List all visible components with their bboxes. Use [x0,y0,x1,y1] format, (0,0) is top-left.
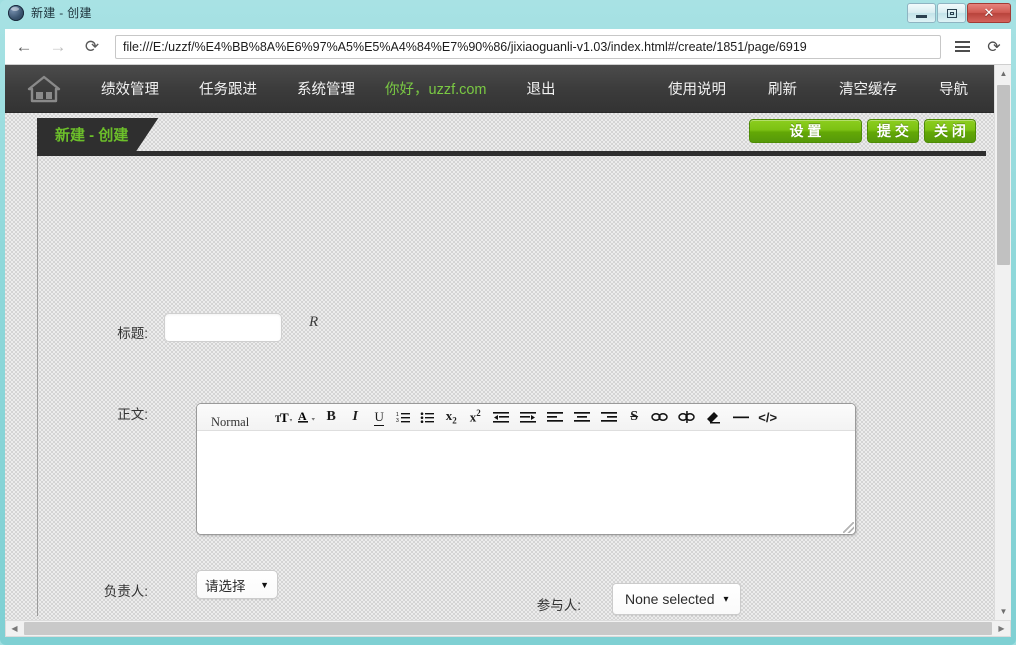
create-form: 标题: R 正文: Normal TT A B [37,156,986,616]
align-center-icon[interactable] [568,404,595,430]
editor-resize-handle[interactable] [843,522,854,533]
title-required-mark: R [309,314,318,331]
horizontal-scrollbar[interactable]: ◀ ▶ [5,620,1011,637]
reload-right-button[interactable]: ⟳ [979,32,1009,62]
rich-text-editor[interactable]: Normal TT A B I U 13 [196,403,856,535]
underline-icon[interactable]: U [367,404,391,430]
text-color-icon[interactable]: A [295,404,319,430]
close-panel-button[interactable]: 关 闭 [924,119,976,143]
participant-field-label: 参与人: [491,594,581,614]
home-icon-svg [27,74,61,104]
editor-style-label[interactable]: Normal [211,415,249,430]
bullet-list-icon[interactable] [415,404,439,430]
url-text: file:///E:/uzzf/%E4%BB%8A%E6%97%A5%E5%A4… [123,40,807,54]
minimize-icon [916,15,927,18]
horizontal-scroll-thumb[interactable] [24,622,992,635]
nav-item-clear-cache[interactable]: 清空缓存 [839,78,897,99]
url-bar[interactable]: file:///E:/uzzf/%E4%BB%8A%E6%97%A5%E5%A4… [115,35,941,59]
nav-item-system-management[interactable]: 系统管理 [297,78,355,99]
submit-button[interactable]: 提 交 [867,119,919,143]
scroll-up-arrow[interactable]: ▲ [995,65,1011,82]
title-field-label: 标题: [58,322,148,342]
maximize-button[interactable] [937,3,966,23]
application-window: 新建 - 创建 ✕ ← → ⟳ file:///E:/uzzf/%E4%BB%8… [0,0,1016,645]
panel-header: 新建 - 创建 设 置 提 交 关 闭 [37,118,986,151]
app-icon [8,5,24,21]
participant-select[interactable]: None selected ▾ [612,583,741,615]
title-bar: 新建 - 创建 ✕ [0,0,1016,29]
scroll-right-arrow[interactable]: ▶ [993,621,1010,636]
user-greeting: 你好，uzzf.com [385,78,487,99]
indent-icon[interactable] [514,404,541,430]
minimize-button[interactable] [907,3,936,23]
close-button[interactable]: ✕ [967,3,1011,23]
nav-item-refresh[interactable]: 刷新 [768,78,797,99]
nav-item-instructions[interactable]: 使用说明 [668,78,726,99]
strikethrough-icon[interactable]: S [622,404,646,430]
owner-select-value: 请选择 [205,575,246,595]
panel-tab-label: 新建 - 创建 [37,118,158,151]
window-title: 新建 - 创建 [31,4,92,21]
svg-text:A: A [298,409,307,423]
svg-text:T: T [280,410,289,424]
chevron-down-icon: ▾ [724,594,729,605]
maximize-icon [947,9,957,18]
reload-button[interactable]: ⟳ [77,32,107,62]
scroll-left-arrow[interactable]: ◀ [6,621,23,636]
hamburger-icon [955,39,970,55]
horizontal-rule-icon[interactable] [727,404,754,430]
unlink-icon[interactable] [673,404,700,430]
editor-content-area[interactable] [197,431,855,534]
home-icon[interactable] [27,74,61,104]
nav-item-performance[interactable]: 绩效管理 [101,78,159,99]
nav-right-group: 使用说明 刷新 清空缓存 导航 [626,78,994,99]
scroll-down-arrow[interactable]: ▼ [995,603,1011,620]
link-icon[interactable] [646,404,673,430]
nav-item-task-followup[interactable]: 任务跟进 [199,78,257,99]
page-viewport: 绩效管理 任务跟进 系统管理 你好，uzzf.com 退出 使用说明 刷新 清空… [5,65,1011,620]
owner-select[interactable]: 请选择 ▼ [196,570,278,599]
nav-item-navigation[interactable]: 导航 [939,78,968,99]
bold-icon[interactable]: B [319,404,343,430]
eraser-icon[interactable] [700,404,727,430]
ordered-list-icon[interactable]: 13 [391,404,415,430]
nav-left-group: 绩效管理 任务跟进 系统管理 你好，uzzf.com 退出 [61,78,556,99]
panel-action-buttons: 设 置 提 交 关 闭 [749,119,976,143]
align-right-icon[interactable] [595,404,622,430]
site-top-navigation: 绩效管理 任务跟进 系统管理 你好，uzzf.com 退出 使用说明 刷新 清空… [5,65,994,113]
close-icon: ✕ [984,5,995,21]
participant-select-value: None selected [625,591,715,607]
subscript-icon[interactable]: x2 [439,404,463,430]
window-controls: ✕ [907,3,1011,23]
svg-text:3: 3 [396,418,399,424]
editor-toolbar: Normal TT A B I U 13 [197,404,855,431]
back-button[interactable]: ← [9,32,39,62]
settings-button[interactable]: 设 置 [749,119,862,143]
superscript-icon[interactable]: x2 [463,404,487,430]
browser-toolbar: ← → ⟳ file:///E:/uzzf/%E4%BB%8A%E6%97%A5… [5,29,1011,65]
owner-field-label: 负责人: [58,580,148,600]
page-vertical-scrollbar[interactable]: ▲ ▼ [994,65,1011,620]
outdent-icon[interactable] [487,404,514,430]
italic-icon[interactable]: I [343,404,367,430]
align-left-icon[interactable] [541,404,568,430]
browser-menu-button[interactable] [947,32,977,62]
source-code-icon[interactable]: </> [754,404,781,430]
title-input[interactable] [164,313,282,342]
body-field-label: 正文: [58,403,148,423]
page-body: 新建 - 创建 设 置 提 交 关 闭 标题: R 正文: Normal [5,113,994,620]
font-size-icon[interactable]: TT [271,404,295,430]
title-bar-left: 新建 - 创建 [8,4,92,21]
forward-button[interactable]: → [43,32,73,62]
page-scroll-thumb[interactable] [997,85,1010,265]
chevron-down-icon: ▼ [260,580,269,590]
nav-item-logout[interactable]: 退出 [527,78,556,99]
